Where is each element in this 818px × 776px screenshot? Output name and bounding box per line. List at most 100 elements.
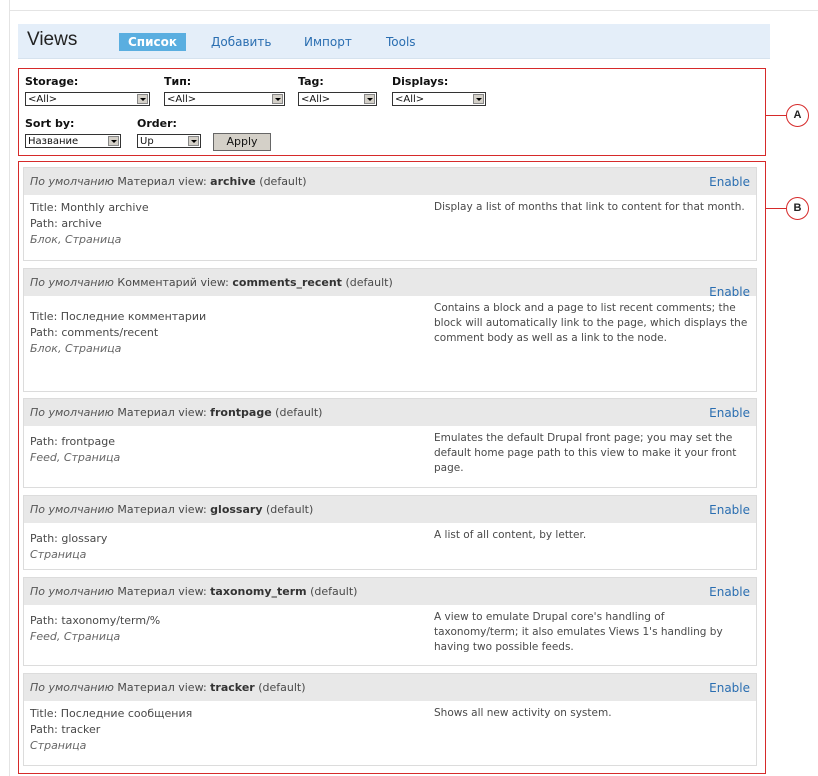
page-left-edge xyxy=(9,0,10,776)
view-type: Материал xyxy=(117,406,175,419)
order-select-value: Up xyxy=(140,136,154,147)
tag-label: Tag: xyxy=(298,75,324,88)
view-row-header: По умолчанию Материал view: frontpage (d… xyxy=(24,399,756,426)
view-path: Path: tracker xyxy=(30,723,101,736)
page-title: Views xyxy=(27,29,78,50)
view-row: По умолчанию Материал view: tracker (def… xyxy=(23,673,757,766)
view-displays: Feed, Страница xyxy=(30,451,121,464)
view-row-body: Title: Monthly archive Path: archive Бло… xyxy=(24,195,756,253)
view-row: По умолчанию Комментарий view: comments_… xyxy=(23,268,757,392)
tab-list[interactable]: Список xyxy=(119,33,187,51)
order-label: Order: xyxy=(137,117,177,130)
view-path: Path: glossary xyxy=(30,532,108,545)
displays-label: Displays: xyxy=(392,75,449,88)
storage-label: Storage: xyxy=(25,75,79,88)
default-label: По умолчанию xyxy=(30,681,114,694)
view-title: Title: Последние комментарии xyxy=(30,310,207,323)
view-description: A list of all content, by letter. xyxy=(434,529,587,541)
displays-select-value: <All> xyxy=(395,94,425,105)
view-row-body: Path: taxonomy/term/% Feed, Страница A v… xyxy=(24,605,756,653)
enable-link[interactable]: Enable xyxy=(709,502,750,518)
view-description: Display a list of months that link to co… xyxy=(434,201,745,213)
view-type: Материал xyxy=(117,681,175,694)
view-displays: Блок, Страница xyxy=(30,342,122,355)
enable-link[interactable]: Enable xyxy=(709,405,750,421)
view-row-body: Path: frontpage Feed, Страница Emulates … xyxy=(24,426,756,474)
view-status: (default) xyxy=(259,175,307,188)
view-displays: Блок, Страница xyxy=(30,233,122,246)
view-word: view: xyxy=(178,406,207,419)
type-select[interactable]: <All> xyxy=(164,92,285,106)
enable-link[interactable]: Enable xyxy=(709,680,750,696)
view-title: Title: Monthly archive xyxy=(30,201,149,214)
view-status: (default) xyxy=(258,681,306,694)
tag-select[interactable]: <All> xyxy=(298,92,377,106)
view-row-header: По умолчанию Материал view: tracker (def… xyxy=(24,674,756,701)
view-row-header: По умолчанию Материал view: taxonomy_ter… xyxy=(24,578,756,605)
callout-line-b xyxy=(765,208,786,209)
view-row-header: По умолчанию Материал view: glossary (de… xyxy=(24,496,756,523)
storage-select-value: <All> xyxy=(28,94,58,105)
enable-link[interactable]: Enable xyxy=(709,174,750,190)
callout-b: B xyxy=(786,197,809,220)
view-displays: Страница xyxy=(30,739,87,752)
view-status: (default) xyxy=(310,585,358,598)
view-displays: Страница xyxy=(30,548,87,561)
view-name: comments_recent xyxy=(232,276,342,289)
tab-tools[interactable]: Tools xyxy=(377,33,425,51)
view-description: A view to emulate Drupal core's handling… xyxy=(434,611,723,653)
apply-button[interactable]: Apply xyxy=(213,133,271,151)
view-description: Emulates the default Drupal front page; … xyxy=(434,432,737,474)
tag-select-value: <All> xyxy=(301,94,331,105)
view-status: (default) xyxy=(266,503,314,516)
default-label: По умолчанию xyxy=(30,276,114,289)
view-row: По умолчанию Материал view: taxonomy_ter… xyxy=(23,577,757,666)
view-word: view: xyxy=(178,175,207,188)
enable-link[interactable]: Enable xyxy=(709,584,750,600)
view-name: taxonomy_term xyxy=(210,585,307,598)
view-row-body: Title: Последние комментарии Path: comme… xyxy=(24,296,756,362)
sort-by-select[interactable]: Название xyxy=(25,134,121,148)
view-word: view: xyxy=(178,503,207,516)
view-path: Path: archive xyxy=(30,217,102,230)
view-row: По умолчанию Материал view: glossary (de… xyxy=(23,495,757,570)
view-status: (default) xyxy=(275,406,323,419)
chevron-down-icon xyxy=(473,94,484,104)
view-name: frontpage xyxy=(210,406,272,419)
view-row-header: По умолчанию Комментарий view: comments_… xyxy=(24,269,756,299)
view-word: view: xyxy=(178,585,207,598)
view-name: archive xyxy=(210,175,256,188)
default-label: По умолчанию xyxy=(30,406,114,419)
view-title: Title: Последние сообщения xyxy=(30,707,193,720)
default-label: По умолчанию xyxy=(30,585,114,598)
view-row-header: По умолчанию Материал view: archive (def… xyxy=(24,168,756,195)
view-name: glossary xyxy=(210,503,263,516)
type-select-value: <All> xyxy=(167,94,197,105)
view-type: Комментарий xyxy=(117,276,197,289)
callout-line-a xyxy=(765,115,786,116)
view-status: (default) xyxy=(345,276,393,289)
view-word: view: xyxy=(178,681,207,694)
view-path: Path: taxonomy/term/% xyxy=(30,614,161,627)
view-row-body: Title: Последние сообщения Path: tracker… xyxy=(24,701,756,759)
callout-a: A xyxy=(786,104,809,127)
type-label: Тип: xyxy=(164,75,192,88)
view-row: По умолчанию Материал view: archive (def… xyxy=(23,167,757,261)
views-header-bar: Views Список Добавить Импорт Tools xyxy=(18,24,770,59)
default-label: По умолчанию xyxy=(30,175,114,188)
tab-import[interactable]: Импорт xyxy=(295,33,361,51)
tab-add[interactable]: Добавить xyxy=(202,33,280,51)
sort-by-label: Sort by: xyxy=(25,117,75,130)
view-name: tracker xyxy=(210,681,255,694)
page-top-rule xyxy=(9,10,818,11)
displays-select[interactable]: <All> xyxy=(392,92,486,106)
sort-by-select-value: Название xyxy=(28,136,79,147)
view-word: view: xyxy=(200,276,229,289)
default-label: По умолчанию xyxy=(30,503,114,516)
storage-select[interactable]: <All> xyxy=(25,92,150,106)
view-description: Shows all new activity on system. xyxy=(434,707,612,719)
view-description: Contains a block and a page to list rece… xyxy=(434,302,748,344)
view-type: Материал xyxy=(117,175,175,188)
chevron-down-icon xyxy=(272,94,283,104)
order-select[interactable]: Up xyxy=(137,134,201,148)
